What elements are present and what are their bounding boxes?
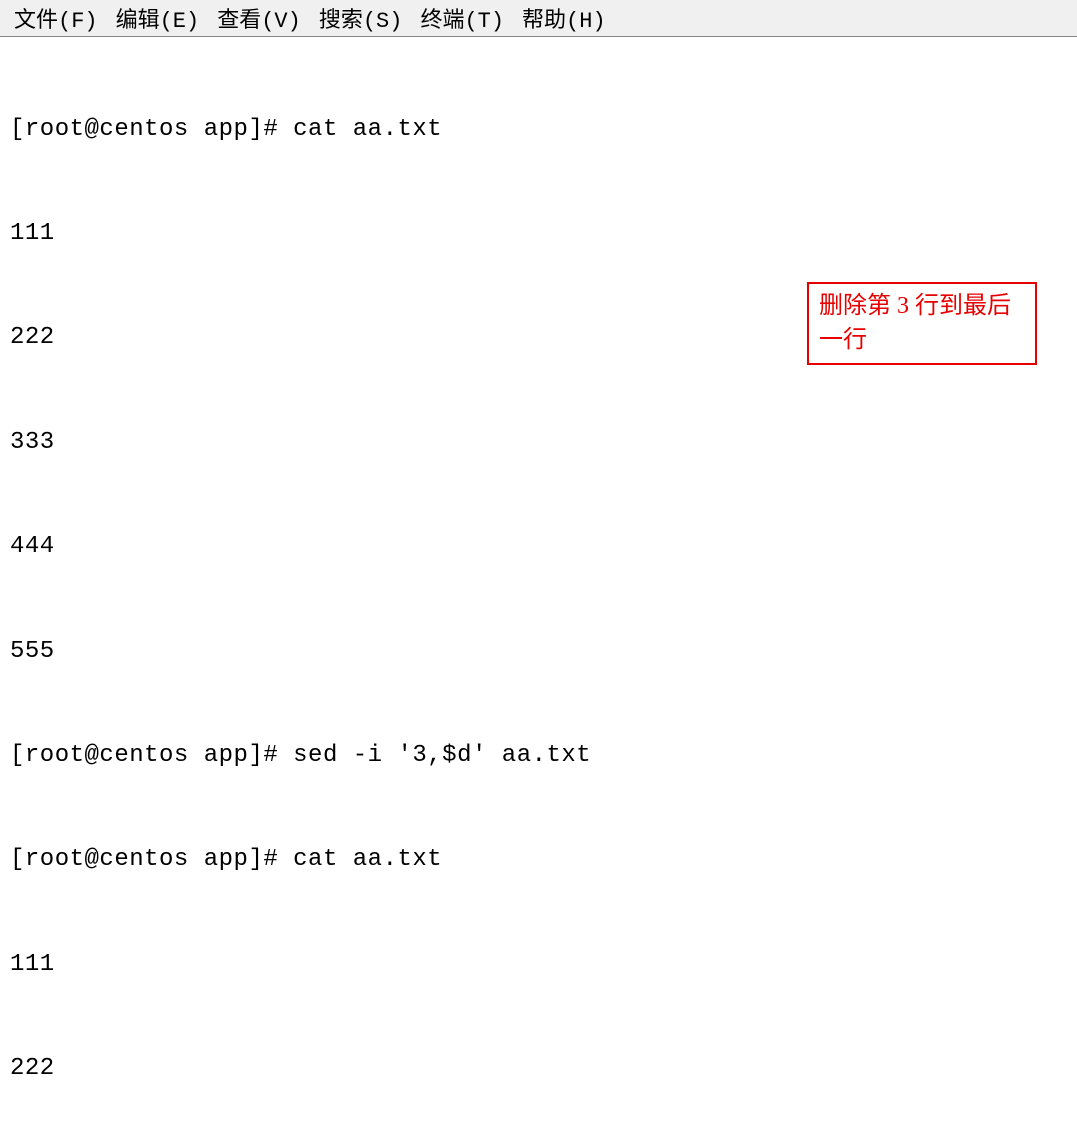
terminal-output: 444 <box>10 530 1067 565</box>
menu-terminal[interactable]: 终端(T) <box>420 2 504 34</box>
menu-edit[interactable]: 编辑(E) <box>116 2 200 34</box>
terminal-line: [root@centos app]# cat aa.txt <box>10 843 1067 878</box>
menu-file[interactable]: 文件(F) <box>14 2 98 34</box>
terminal-output: 222 <box>10 1052 1067 1087</box>
terminal-line: [root@centos app]# sed -i '3,$d' aa.txt <box>10 739 1067 774</box>
menubar: 文件(F) 编辑(E) 查看(V) 搜索(S) 终端(T) 帮助(H) <box>0 0 1077 37</box>
shell-prompt: [root@centos app]# <box>10 846 293 873</box>
menu-help[interactable]: 帮助(H) <box>522 2 606 34</box>
shell-prompt: [root@centos app]# <box>10 742 293 769</box>
command-text: cat aa.txt <box>293 846 442 873</box>
command-text: cat aa.txt <box>293 116 442 143</box>
shell-prompt: [root@centos app]# <box>10 116 293 143</box>
terminal-output: 111 <box>10 948 1067 983</box>
menu-view[interactable]: 查看(V) <box>217 2 301 34</box>
terminal-area[interactable]: [root@centos app]# cat aa.txt 111 222 33… <box>0 37 1077 1122</box>
command-text: sed -i '3,$d' aa.txt <box>293 742 591 769</box>
menu-search[interactable]: 搜索(S) <box>319 2 403 34</box>
annotation-text: 删除第 3 行到最后一行 <box>819 293 1011 353</box>
terminal-output: 555 <box>10 635 1067 670</box>
terminal-output: 333 <box>10 426 1067 461</box>
annotation-box: 删除第 3 行到最后一行 <box>807 282 1037 365</box>
terminal-line: [root@centos app]# cat aa.txt <box>10 113 1067 148</box>
terminal-output: 111 <box>10 217 1067 252</box>
